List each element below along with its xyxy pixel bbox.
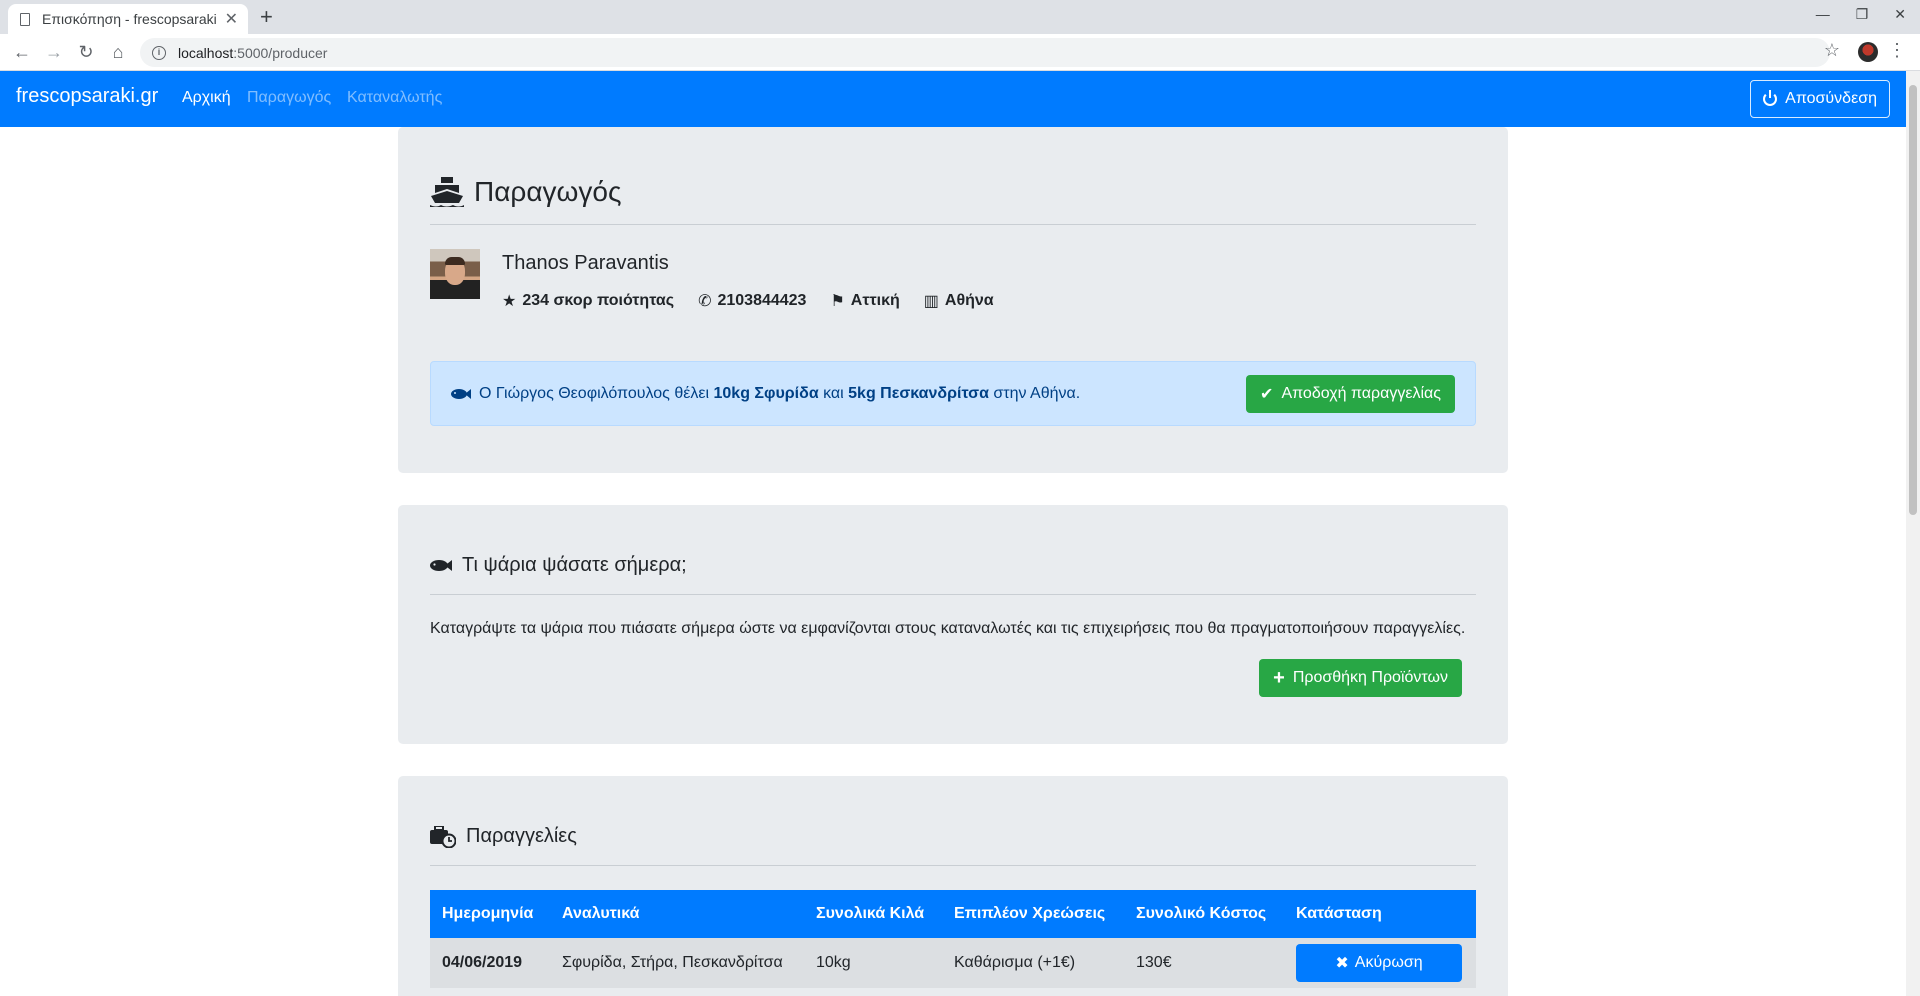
info-icon[interactable]: i [152,45,166,60]
order-status: ✖ Ακύρωση [1284,938,1476,988]
back-icon[interactable]: ← [10,40,34,64]
home-icon[interactable]: ⌂ [106,40,130,64]
scrollbar-thumb[interactable] [1909,85,1917,515]
divider [430,594,1476,595]
star-icon: ★ [502,293,517,310]
nav-link-home[interactable]: Αρχική [182,89,231,107]
divider [430,224,1476,225]
order-extras: Καθάρισμα (+1€) [942,938,1124,988]
column-header: Επιπλέον Χρεώσεις [942,890,1124,938]
url-path: :5000/producer [233,44,328,61]
tab-title: Επισκόπηση - frescopsaraki.gr [42,11,217,27]
nav-link-producer[interactable]: Παραγωγός [247,89,331,107]
order-cost: 130€ [1124,938,1284,988]
fish-icon [451,388,471,399]
accept-order-label: Αποδοχή παραγγελίας [1281,384,1441,402]
ship-icon [430,177,464,207]
producer-heading: Παραγωγός [430,176,621,208]
order-alert: Ο Γιώργος Θεοφιλόπουλος θέλει 10kg Σφυρί… [430,361,1476,426]
catch-heading-text: Τι ψάρια ψάσατε σήμερα; [462,554,687,576]
minimize-icon[interactable]: — [1816,6,1830,23]
document-icon [20,12,30,26]
brand-link[interactable]: frescopsaraki.gr [16,85,158,108]
signpost-icon: ⚑ [830,293,845,310]
table-row: 04/06/2019 Σφυρίδα, Στήρα, Πεσκανδρίτσα … [430,938,1476,988]
alert-item-1: 10kg Σφυρίδα [713,384,819,402]
city: ▥ Αθήνα [924,291,994,311]
orders-table: Ημερομηνία Αναλυτικά Συνολικά Κιλά Επιπλ… [430,890,1476,988]
catch-description: Καταγράψτε τα ψάρια που πιάσατε σήμερα ώ… [430,620,1466,637]
power-icon [1763,90,1778,106]
producer-name: Thanos Paravantis [502,252,669,274]
app-navbar: frescopsaraki.gr Αρχική Παραγωγός Κατανα… [0,71,1906,127]
browser-tab[interactable]: Επισκόπηση - frescopsaraki.gr ✕ [8,4,248,34]
alert-text-2: και [818,384,849,402]
page-scrollbar[interactable] [1906,71,1920,996]
forward-icon[interactable]: → [42,40,66,64]
column-header: Συνολικό Κόστος [1124,890,1284,938]
producer-card: Παραγωγός Thanos Paravantis ★ 234 σκορ πο… [398,127,1508,473]
column-header: Ημερομηνία [430,890,550,938]
orders-heading-text: Παραγγελίες [466,825,577,847]
logout-button[interactable]: Αποσύνδεση [1750,80,1890,118]
alert-text-3: στην Αθήνα. [988,384,1081,402]
logout-label: Αποσύνδεση [1785,90,1877,107]
add-products-label: Προσθήκη Προϊόντων [1292,669,1448,686]
table-header-row: Ημερομηνία Αναλυτικά Συνολικά Κιλά Επιπλ… [430,890,1476,938]
producer-heading-text: Παραγωγός [474,176,622,207]
city-text: Αθήνα [944,292,994,309]
new-tab-icon[interactable]: + [260,4,273,30]
restore-icon[interactable]: ❐ [1856,6,1869,23]
alert-item-2: 5kg Πεσκανδρίτσα [848,384,989,402]
order-details: Σφυρίδα, Στήρα, Πεσκανδρίτσα [550,938,804,988]
plus-icon: + [1273,666,1285,689]
catch-heading: Τι ψάρια ψάσατε σήμερα; [430,554,687,577]
phone-text: 2103844423 [717,292,807,309]
divider [430,865,1476,866]
browser-menu-icon[interactable]: ⋮ [1888,40,1906,61]
producer-avatar [430,249,480,299]
url-host: localhost [178,44,234,61]
phone: ✆ 2103844423 [698,291,806,311]
cancel-order-label: Ακύρωση [1354,954,1423,971]
check-icon: ✔ [1260,385,1274,403]
order-date: 04/06/2019 [430,938,550,988]
profile-avatar[interactable] [1858,42,1878,62]
region-text: Αττική [850,292,900,309]
orders-card: Παραγγελίες Ημερομηνία Αναλυτικά Συνολικ… [398,776,1508,996]
add-products-button[interactable]: + Προσθήκη Προϊόντων [1259,659,1462,697]
fish-icon [430,560,452,571]
close-tab-icon[interactable]: ✕ [225,9,238,29]
city-icon: ▥ [923,293,939,310]
address-bar[interactable]: i localhost:5000/producer [140,38,1830,67]
alert-text-1: Ο Γιώργος Θεοφιλόπουλος θέλει [479,384,714,402]
quality-score: ★ 234 σκορ ποιότητας [502,291,674,311]
close-icon: ✖ [1335,955,1349,972]
accept-order-button[interactable]: ✔ Αποδοχή παραγγελίας [1246,374,1455,413]
orders-heading: Παραγγελίες [430,825,577,848]
phone-icon: ✆ [698,293,712,310]
column-header: Συνολικά Κιλά [804,890,942,938]
column-header: Κατάσταση [1284,890,1476,938]
close-window-icon[interactable]: ✕ [1894,6,1906,23]
quality-score-text: 234 σκορ ποιότητας [522,292,675,309]
browser-tab-bar: Επισκόπηση - frescopsaraki.gr ✕ + — ❐ ✕ [0,0,1920,34]
browser-toolbar: ← → ↻ ⌂ i localhost:5000/producer ☆ ⋮ [0,34,1920,71]
window-controls: — ❐ ✕ [1816,6,1906,23]
catch-card: Τι ψάρια ψάσατε σήμερα; Καταγράψτε τα ψά… [398,505,1508,744]
column-header: Αναλυτικά [550,890,804,938]
region: ⚑ Αττική [830,291,899,311]
nav-link-consumer[interactable]: Καταναλωτής [347,89,442,107]
order-alert-text: Ο Γιώργος Θεοφιλόπουλος θέλει 10kg Σφυρί… [479,385,1246,403]
bookmark-star-icon[interactable]: ☆ [1824,40,1840,61]
producer-meta: ★ 234 σκορ ποιότητας ✆ 2103844423 ⚑ Αττική … [502,291,994,311]
order-kilos: 10kg [804,938,942,988]
cancel-order-button[interactable]: ✖ Ακύρωση [1296,944,1462,982]
briefcase-clock-icon [430,825,456,848]
reload-icon[interactable]: ↻ [74,40,98,64]
